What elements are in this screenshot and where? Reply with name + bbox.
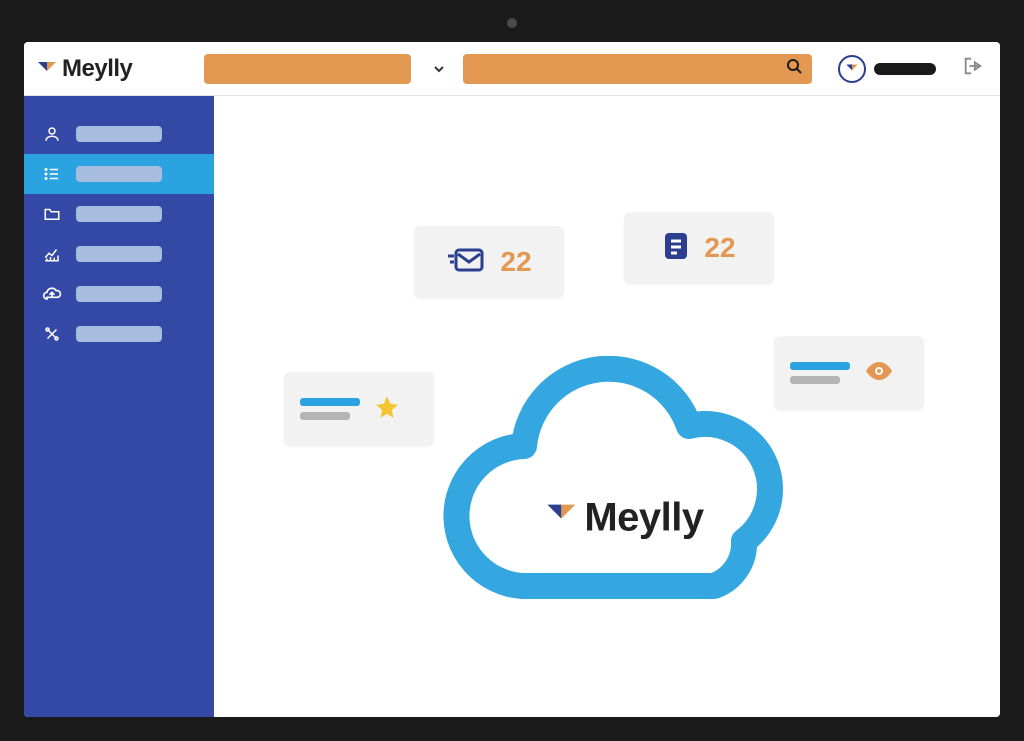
mail-send-icon	[446, 244, 486, 281]
stat-value: 22	[500, 246, 531, 278]
user-chip[interactable]	[838, 55, 936, 83]
chart-icon	[42, 244, 62, 264]
sidebar-item-label	[76, 166, 162, 182]
document-icon	[662, 230, 690, 267]
avatar	[838, 55, 866, 83]
header: Meylly	[24, 42, 1000, 96]
sidebar-item-label	[76, 246, 162, 262]
app-body: 22 22	[24, 96, 1000, 717]
search-input[interactable]	[463, 54, 812, 84]
username-label	[874, 63, 936, 75]
tablet-frame: Meylly	[0, 0, 1024, 741]
sidebar-item-list[interactable]	[24, 154, 214, 194]
folder-icon	[42, 204, 62, 224]
list-icon	[42, 164, 62, 184]
cloud-illustration: Meylly	[434, 356, 814, 636]
stat-card-documents[interactable]: 22	[624, 212, 774, 284]
sidebar-item-profile[interactable]	[24, 114, 214, 154]
search-icon	[786, 58, 802, 79]
placeholder-lines	[300, 398, 360, 420]
sidebar-item-upload[interactable]	[24, 274, 214, 314]
brand-mark-icon	[544, 499, 578, 538]
logout-icon[interactable]	[962, 55, 984, 82]
header-select[interactable]	[204, 54, 411, 84]
cloud-brand-logo: Meylly	[544, 496, 703, 541]
chevron-down-icon[interactable]	[427, 54, 451, 84]
sidebar	[24, 96, 214, 717]
stat-value: 22	[704, 232, 735, 264]
brand-name: Meylly	[62, 55, 132, 83]
sidebar-item-label	[76, 206, 162, 222]
cloud-brand-name: Meylly	[584, 496, 703, 541]
info-card-favorite[interactable]	[284, 372, 434, 446]
brand-mark-icon	[36, 58, 58, 80]
user-icon	[42, 124, 62, 144]
sidebar-item-files[interactable]	[24, 194, 214, 234]
sidebar-item-label	[76, 126, 162, 142]
sidebar-item-label	[76, 286, 162, 302]
star-icon	[374, 394, 400, 425]
eye-icon	[864, 360, 894, 387]
cloud-up-icon	[42, 284, 62, 304]
sidebar-item-settings[interactable]	[24, 314, 214, 354]
main-content: 22 22	[214, 96, 1000, 717]
app-screen: Meylly	[24, 42, 1000, 717]
sidebar-item-label	[76, 326, 162, 342]
tools-icon	[42, 324, 62, 344]
camera-dot	[507, 18, 517, 28]
brand-logo[interactable]: Meylly	[36, 55, 132, 83]
sidebar-item-analytics[interactable]	[24, 234, 214, 274]
stat-card-messages[interactable]: 22	[414, 226, 564, 298]
